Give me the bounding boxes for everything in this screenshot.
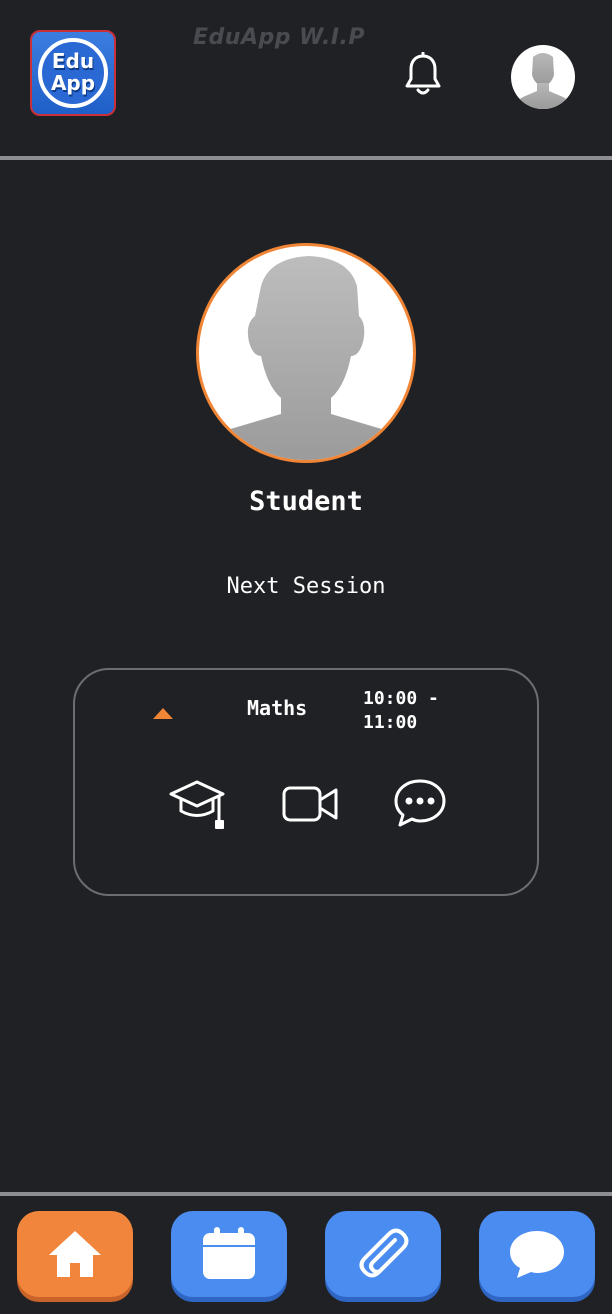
session-subject: Maths	[247, 696, 308, 720]
speech-bubble-icon	[510, 1231, 564, 1278]
nav-calendar-button[interactable]	[171, 1211, 287, 1297]
footer-divider	[0, 1192, 612, 1196]
nav-home-button[interactable]	[17, 1211, 133, 1297]
nav-attachments-button[interactable]	[325, 1211, 441, 1297]
profile-photo[interactable]	[196, 243, 416, 463]
next-session-heading: Next Session	[226, 574, 386, 599]
caret-up-icon[interactable]	[153, 708, 173, 719]
avatar-icon	[511, 53, 575, 109]
header-divider	[0, 156, 612, 160]
profile-avatar-button[interactable]	[511, 45, 575, 109]
app-screen: Edu App EduApp W.I.P Student Next Sessio…	[0, 0, 612, 1314]
session-card[interactable]: Maths 10:00 - 11:00	[73, 668, 539, 896]
app-title: EduApp W.I.P	[193, 25, 365, 50]
logo-text-line1: Edu	[51, 49, 95, 73]
logo-text-line2: App	[50, 71, 96, 95]
session-time: 10:00 - 11:00	[363, 688, 439, 733]
home-icon	[49, 1231, 101, 1277]
calendar-icon	[203, 1227, 255, 1279]
chat-bubble-dots-icon[interactable]	[393, 778, 447, 828]
app-logo[interactable]: Edu App	[30, 30, 116, 116]
nav-messages-button[interactable]	[479, 1211, 595, 1297]
paperclip-icon	[359, 1228, 409, 1278]
video-camera-icon[interactable]	[281, 784, 339, 824]
person-silhouette-icon	[199, 256, 413, 460]
graduation-cap-icon[interactable]	[167, 776, 227, 832]
student-name: Student	[249, 486, 363, 517]
bell-icon[interactable]	[402, 52, 444, 98]
